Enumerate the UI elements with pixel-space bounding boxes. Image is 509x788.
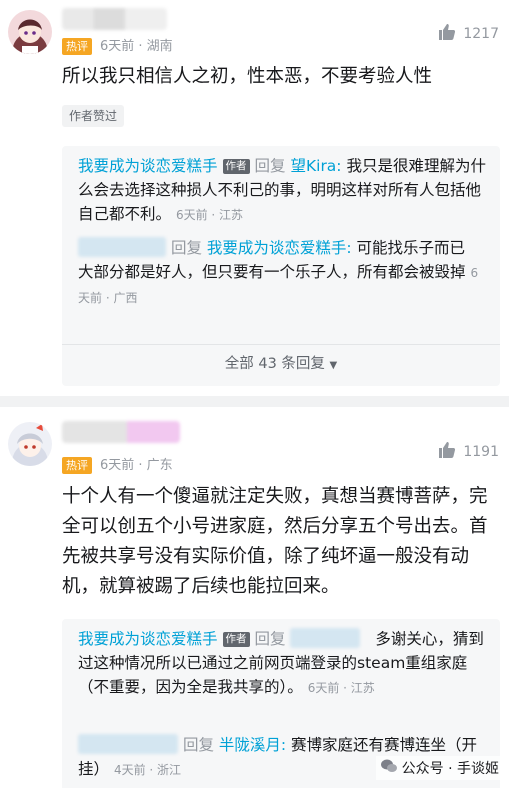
reply-username[interactable]: 我要成为谈恋爱糕手 <box>78 157 218 175</box>
reply-item: 我要成为谈恋爱糕手 作者 回复 多谢关心，猜到过这种情况所以已通过之前网页端登录的s… <box>78 627 488 700</box>
comment-text: 十个人有一个傻逼就注定失败，真想当赛博菩萨，完全可以创五个小号进家庭，然后分享五… <box>62 486 488 597</box>
reply-target[interactable]: 我要成为谈恋爱糕手: <box>207 239 352 257</box>
like-count: 1191 <box>463 444 499 460</box>
caret-down-icon: ▼ <box>329 360 338 371</box>
comment-text: 所以我只相信人之初，性本恶，不要考验人性 <box>62 66 433 87</box>
reply-meta: 6天前 · 江苏 <box>175 208 244 222</box>
like-count: 1217 <box>463 26 499 42</box>
reply-word: 回复 <box>254 157 286 175</box>
reply-username-blurred[interactable] <box>78 237 166 257</box>
view-all-replies-link[interactable]: 全部 43 条回复 ▼ <box>62 352 500 373</box>
author-tag: 作者 <box>222 159 250 174</box>
comment-meta: 6天前 · 广东 <box>100 458 173 473</box>
reply-word: 回复 <box>254 630 286 648</box>
author-tag: 作者 <box>222 632 250 647</box>
reply-meta: 4天前 · 浙江 <box>113 763 182 777</box>
username-blurred[interactable] <box>62 8 167 30</box>
divider <box>62 344 500 345</box>
hot-badge: 热评 <box>62 457 92 474</box>
reply-target-blurred[interactable] <box>290 628 361 648</box>
watermark: 公众号 · 手谈姬 <box>375 756 503 780</box>
reply-meta: 6天前 · 江苏 <box>307 681 375 695</box>
thumbs-up-icon <box>437 22 457 46</box>
author-liked-badge: 作者赞过 <box>62 105 125 127</box>
like-button[interactable]: 1217 <box>437 22 499 46</box>
reply-target[interactable]: 半陇溪月: <box>219 736 286 754</box>
view-all-replies-label: 全部 43 条回复 <box>224 356 325 372</box>
username-blurred[interactable] <box>62 421 180 443</box>
wechat-icon <box>380 757 398 779</box>
hot-badge: 热评 <box>62 38 92 55</box>
reply-username-blurred[interactable] <box>78 734 178 754</box>
reply-word: 回复 <box>182 736 214 754</box>
reply-item: 回复 我要成为谈恋爱糕手: 可能找乐子而已 大部分都是好人，但只要有一个乐子人，… <box>78 236 488 310</box>
section-separator <box>0 396 509 407</box>
reply-text: 多谢关 <box>375 630 422 648</box>
comment-meta: 6天前 · 湖南 <box>100 39 173 54</box>
reply-word: 回复 <box>170 239 202 257</box>
like-button[interactable]: 1191 <box>437 440 499 464</box>
reply-text: 可能找乐子而已 <box>351 239 466 257</box>
reply-text-continued: 大部分都是好人，但只要有一个乐子人，所有都会被毁掉 <box>78 263 466 281</box>
comment-item: 热评 6天前 · 湖南 1217 所以我只相信人之初，性本恶，不要考验人性 作者… <box>0 0 509 396</box>
avatar[interactable] <box>8 422 52 466</box>
reply-item: 我要成为谈恋爱糕手 作者 回复 望Kira: 我只是很难理解为什么会去选择这种损人不… <box>78 154 488 227</box>
thumbs-up-icon <box>437 440 457 464</box>
reply-username[interactable]: 我要成为谈恋爱糕手 <box>78 630 218 648</box>
comment-item: 热评 6天前 · 广东 1191 十个人有一个傻逼就注定失败，真想当赛博菩萨，完… <box>0 407 509 788</box>
avatar[interactable] <box>8 10 52 54</box>
watermark-text: 公众号 · 手谈姬 <box>401 761 499 777</box>
reply-target[interactable]: 望Kira: <box>290 157 341 175</box>
reply-box: 我要成为谈恋爱糕手 作者 回复 望Kira: 我只是很难理解为什么会去选择这种损人不… <box>62 146 500 386</box>
